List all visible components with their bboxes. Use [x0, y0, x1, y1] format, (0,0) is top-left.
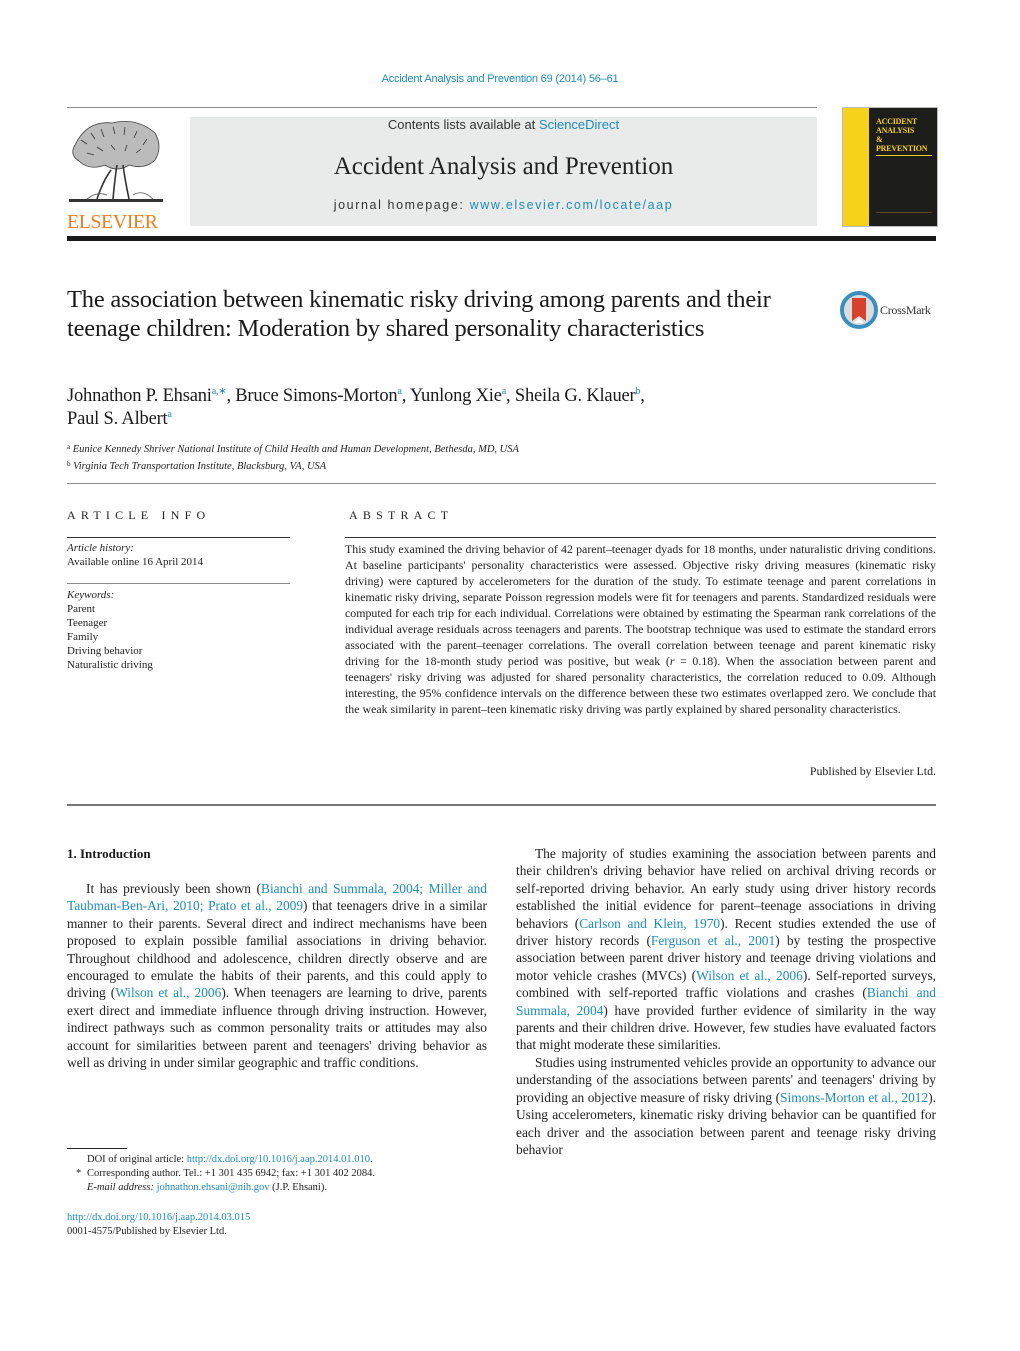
- abstract-text: This study examined the driving behavior…: [345, 542, 936, 668]
- footnote-punct: .: [369, 1154, 373, 1165]
- cover-title: ACCIDENT ANALYSIS & PREVENTION: [876, 117, 928, 153]
- paragraph: It has previously been shown (Bianchi an…: [67, 880, 487, 1071]
- article-title: The association between kinematic risky …: [67, 286, 771, 342]
- author-name[interactable]: Paul S. Albert: [67, 409, 168, 429]
- citation-link[interactable]: Wilson et al., 2006: [115, 985, 221, 1000]
- abstract-rule: [345, 537, 936, 538]
- article-history-label: Article history:: [67, 542, 134, 554]
- header-divider: [67, 107, 817, 108]
- article-info-rule: [67, 537, 290, 538]
- masthead-bottom-rule: [67, 236, 936, 241]
- citation-link[interactable]: Carlson and Klein, 1970: [579, 916, 720, 931]
- author-list: Johnathon P. Ehsania,∗, Bruce Simons-Mor…: [67, 385, 827, 431]
- doi-block: http://dx.doi.org/10.1016/j.aap.2014.03.…: [67, 1211, 250, 1239]
- keyword-item: Family: [67, 631, 99, 643]
- homepage-prefix: journal homepage:: [333, 198, 470, 212]
- homepage-link[interactable]: www.elsevier.com/locate/aap: [470, 198, 674, 212]
- keywords-block: Keywords: Parent Teenager Family Driving…: [67, 588, 290, 672]
- elsevier-tree-icon: [69, 120, 163, 202]
- footnotes: DOI of original article: http://dx.doi.o…: [67, 1153, 507, 1195]
- doi-original-link[interactable]: http://dx.doi.org/10.1016/j.aap.2014.01.…: [187, 1154, 370, 1165]
- keyword-item: Parent: [67, 603, 96, 615]
- author-separator: ,: [640, 386, 645, 406]
- author-affiliation-mark[interactable]: a,∗: [212, 386, 227, 397]
- article-history-value: Available online 16 April 2014: [67, 556, 204, 568]
- author-name[interactable]: Johnathon P. Ehsani: [67, 386, 212, 406]
- contents-line: Contents lists available at ScienceDirec…: [190, 117, 817, 133]
- affiliation-mark: b: [67, 460, 71, 468]
- journal-citation-link[interactable]: Accident Analysis and Prevention 69 (201…: [382, 73, 619, 85]
- footnote-corresponding: * Corresponding author. Tel.: +1 301 435 …: [67, 1167, 507, 1181]
- cover-title-line: ACCIDENT: [876, 117, 918, 126]
- issn-line: 0001-4575/Published by Elsevier Ltd.: [67, 1226, 227, 1237]
- body-column-right: The majority of studies examining the as…: [516, 845, 936, 1158]
- cover-yellow-strip: [843, 108, 869, 226]
- elsevier-wordmark: ELSEVIER: [67, 211, 158, 233]
- journal-name: Accident Analysis and Prevention: [333, 153, 674, 180]
- footnote-label: DOI of original article:: [87, 1154, 187, 1165]
- paragraph: The majority of studies examining the as…: [516, 845, 936, 1054]
- text-run: It has previously been shown (: [86, 881, 262, 896]
- elsevier-logo[interactable]: ELSEVIER: [67, 115, 167, 232]
- affiliation-mark: a: [67, 443, 71, 451]
- affiliation-item: a Eunice Kennedy Shriver National Instit…: [67, 440, 519, 457]
- keyword-item: Naturalistic driving: [67, 659, 153, 671]
- journal-homepage: journal homepage: www.elsevier.com/locat…: [190, 198, 817, 212]
- citation-link[interactable]: Simons-Morton et al., 2012: [780, 1090, 928, 1105]
- crossmark-badge[interactable]: CrossMark: [840, 290, 940, 330]
- citation-link[interactable]: Ferguson et al., 2001: [651, 933, 775, 948]
- sciencedirect-link[interactable]: ScienceDirect: [539, 117, 619, 132]
- email-label: E-mail address:: [87, 1182, 157, 1193]
- keywords-label: Keywords:: [67, 589, 115, 601]
- footnote-rule: [67, 1148, 127, 1149]
- journal-masthead: Contents lists available at ScienceDirec…: [190, 117, 817, 226]
- paragraph: Studies using instrumented vehicles prov…: [516, 1054, 936, 1158]
- affiliation-text: Virginia Tech Transportation Institute, …: [73, 461, 327, 472]
- cover-title-line: ANALYSIS: [876, 126, 915, 135]
- author-name[interactable]: Sheila G. Klauer: [515, 386, 636, 406]
- body-column-left: It has previously been shown (Bianchi an…: [67, 880, 487, 1071]
- author-separator: ,: [226, 386, 236, 406]
- article-history: Article history: Available online 16 Apr…: [67, 541, 290, 569]
- footnote-doi-original: DOI of original article: http://dx.doi.o…: [67, 1153, 507, 1167]
- footnote-text: Corresponding author. Tel.: +1 301 435 6…: [87, 1168, 375, 1179]
- section-heading-introduction: 1. Introduction: [67, 846, 151, 861]
- published-by: Published by Elsevier Ltd.: [809, 764, 936, 778]
- keyword-item: Teenager: [67, 617, 108, 629]
- crossmark-label: CrossMark: [880, 303, 931, 317]
- affiliations-divider: [67, 483, 936, 484]
- contents-prefix: Contents lists available at: [387, 117, 539, 132]
- cover-rule: [876, 155, 932, 156]
- article-info-heading: ARTICLE INFO: [67, 508, 211, 522]
- email-suffix: (J.P. Ehsani).: [269, 1182, 327, 1193]
- cover-title-line: PREVENTION: [876, 144, 928, 153]
- affiliation-text: Eunice Kennedy Shriver National Institut…: [72, 444, 519, 455]
- article-doi-link[interactable]: http://dx.doi.org/10.1016/j.aap.2014.03.…: [67, 1211, 250, 1225]
- footnote-email: E-mail address: johnathon.ehsani@nih.gov…: [67, 1181, 507, 1195]
- author-separator: ,: [401, 386, 410, 406]
- keyword-item: Driving behavior: [67, 645, 143, 657]
- affiliation-item: b Virginia Tech Transportation Institute…: [67, 457, 519, 474]
- front-matter-divider: [67, 804, 936, 806]
- cover-title-line: &: [876, 135, 883, 144]
- author-affiliation-mark[interactable]: a: [168, 409, 172, 420]
- author-separator: ,: [506, 386, 515, 406]
- abstract-heading: ABSTRACT: [349, 508, 454, 522]
- cover-rule-bottom: [876, 212, 932, 213]
- author-name[interactable]: Bruce Simons-Morton: [235, 386, 397, 406]
- author-name[interactable]: Yunlong Xie: [410, 386, 502, 406]
- citation-link[interactable]: Wilson et al., 2006: [696, 968, 803, 983]
- journal-cover-thumbnail[interactable]: ACCIDENT ANALYSIS & PREVENTION: [842, 107, 938, 227]
- crossmark-icon: [840, 291, 878, 329]
- abstract-body: This study examined the driving behavior…: [345, 541, 936, 717]
- keywords-rule: [67, 583, 290, 584]
- journal-citation[interactable]: Accident Analysis and Prevention 69 (201…: [0, 73, 1000, 85]
- footnote-mark: *: [76, 1168, 82, 1179]
- email-link[interactable]: johnathon.ehsani@nih.gov: [157, 1182, 270, 1193]
- affiliations: a Eunice Kennedy Shriver National Instit…: [67, 440, 519, 474]
